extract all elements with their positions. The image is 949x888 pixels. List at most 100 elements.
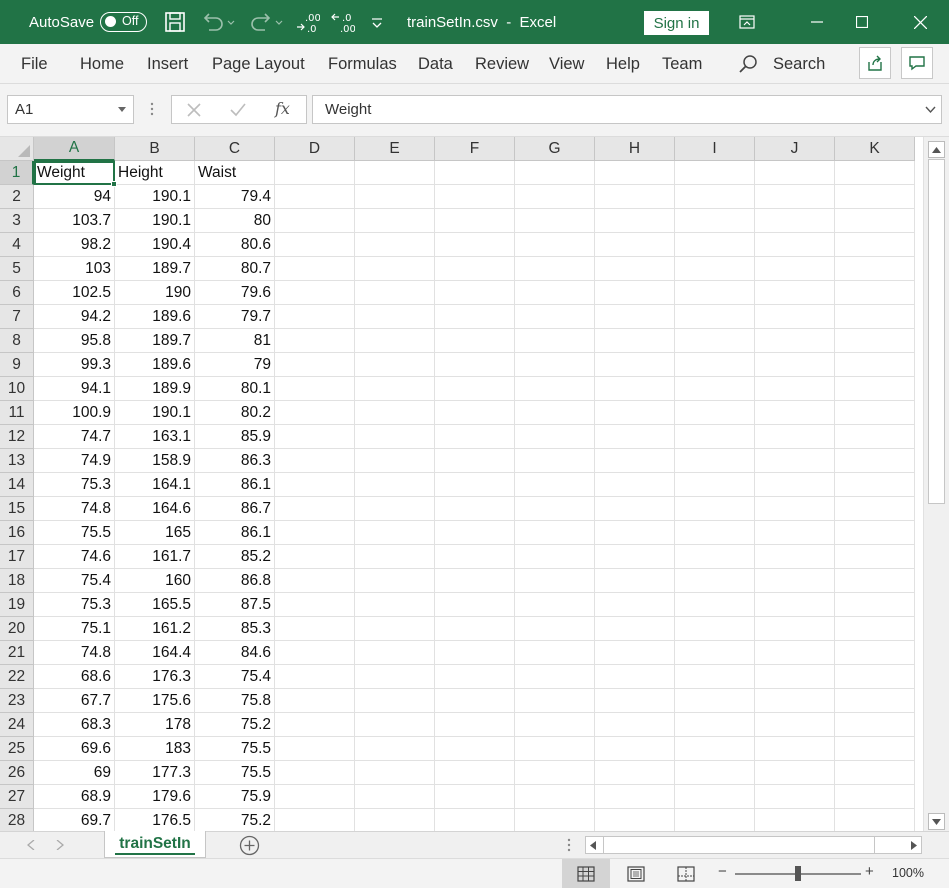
- cell-i28[interactable]: [675, 809, 755, 831]
- cell-a18[interactable]: 75.4: [34, 569, 115, 593]
- cell-i8[interactable]: [675, 329, 755, 353]
- tab-view[interactable]: View: [549, 44, 584, 84]
- cell-g24[interactable]: [515, 713, 595, 737]
- cell-k1[interactable]: [835, 161, 915, 185]
- cell-d3[interactable]: [275, 209, 355, 233]
- page-break-view-button[interactable]: [662, 859, 710, 888]
- cell-a14[interactable]: 75.3: [34, 473, 115, 497]
- cell-f3[interactable]: [435, 209, 515, 233]
- cell-h26[interactable]: [595, 761, 675, 785]
- row-header-2[interactable]: 2: [0, 185, 34, 209]
- cell-a6[interactable]: 102.5: [34, 281, 115, 305]
- column-header-e[interactable]: E: [355, 137, 435, 161]
- cell-e12[interactable]: [355, 425, 435, 449]
- cell-d4[interactable]: [275, 233, 355, 257]
- cell-i18[interactable]: [675, 569, 755, 593]
- cell-b24[interactable]: 178: [115, 713, 195, 737]
- cell-a25[interactable]: 69.6: [34, 737, 115, 761]
- cell-j22[interactable]: [755, 665, 835, 689]
- cell-h10[interactable]: [595, 377, 675, 401]
- cell-k3[interactable]: [835, 209, 915, 233]
- cell-a1[interactable]: Weight: [34, 161, 115, 185]
- cell-d17[interactable]: [275, 545, 355, 569]
- cell-a7[interactable]: 94.2: [34, 305, 115, 329]
- cell-d27[interactable]: [275, 785, 355, 809]
- cell-k10[interactable]: [835, 377, 915, 401]
- row-header-23[interactable]: 23: [0, 689, 34, 713]
- cell-f15[interactable]: [435, 497, 515, 521]
- cell-h5[interactable]: [595, 257, 675, 281]
- tab-home[interactable]: Home: [80, 44, 124, 84]
- cell-h7[interactable]: [595, 305, 675, 329]
- cell-b5[interactable]: 189.7: [115, 257, 195, 281]
- cell-a21[interactable]: 74.8: [34, 641, 115, 665]
- zoom-slider-thumb[interactable]: [795, 866, 801, 881]
- row-header-21[interactable]: 21: [0, 641, 34, 665]
- cell-i6[interactable]: [675, 281, 755, 305]
- cell-c4[interactable]: 80.6: [195, 233, 275, 257]
- tab-data[interactable]: Data: [418, 44, 453, 84]
- cell-k28[interactable]: [835, 809, 915, 831]
- row-header-8[interactable]: 8: [0, 329, 34, 353]
- cell-k12[interactable]: [835, 425, 915, 449]
- increase-decimal-icon[interactable]: .00 .0: [296, 10, 320, 34]
- insert-function-button[interactable]: fx: [275, 99, 290, 118]
- cell-i19[interactable]: [675, 593, 755, 617]
- cell-j15[interactable]: [755, 497, 835, 521]
- cell-g4[interactable]: [515, 233, 595, 257]
- cell-e13[interactable]: [355, 449, 435, 473]
- decrease-decimal-icon[interactable]: .0 .00: [331, 10, 355, 34]
- cell-e3[interactable]: [355, 209, 435, 233]
- cell-c2[interactable]: 79.4: [195, 185, 275, 209]
- cell-f19[interactable]: [435, 593, 515, 617]
- cell-j11[interactable]: [755, 401, 835, 425]
- cell-c10[interactable]: 80.1: [195, 377, 275, 401]
- cell-c20[interactable]: 85.3: [195, 617, 275, 641]
- cell-j8[interactable]: [755, 329, 835, 353]
- cell-k6[interactable]: [835, 281, 915, 305]
- cell-g7[interactable]: [515, 305, 595, 329]
- cell-k27[interactable]: [835, 785, 915, 809]
- cell-h14[interactable]: [595, 473, 675, 497]
- cell-c17[interactable]: 85.2: [195, 545, 275, 569]
- cell-e27[interactable]: [355, 785, 435, 809]
- cell-h15[interactable]: [595, 497, 675, 521]
- cell-e6[interactable]: [355, 281, 435, 305]
- cell-d14[interactable]: [275, 473, 355, 497]
- cell-d9[interactable]: [275, 353, 355, 377]
- cell-j12[interactable]: [755, 425, 835, 449]
- cell-a20[interactable]: 75.1: [34, 617, 115, 641]
- cell-i3[interactable]: [675, 209, 755, 233]
- zoom-out-button[interactable]: −: [718, 863, 727, 880]
- cell-a9[interactable]: 99.3: [34, 353, 115, 377]
- cell-b21[interactable]: 164.4: [115, 641, 195, 665]
- name-box[interactable]: A1: [7, 95, 134, 124]
- sign-in-button[interactable]: Sign in: [644, 11, 709, 35]
- cell-k11[interactable]: [835, 401, 915, 425]
- zoom-level[interactable]: 100%: [892, 866, 924, 880]
- cell-e24[interactable]: [355, 713, 435, 737]
- cell-c8[interactable]: 81: [195, 329, 275, 353]
- cell-b7[interactable]: 189.6: [115, 305, 195, 329]
- cell-a22[interactable]: 68.6: [34, 665, 115, 689]
- scroll-down-button[interactable]: [928, 813, 945, 830]
- cell-b22[interactable]: 176.3: [115, 665, 195, 689]
- row-header-14[interactable]: 14: [0, 473, 34, 497]
- cell-h16[interactable]: [595, 521, 675, 545]
- cell-b25[interactable]: 183: [115, 737, 195, 761]
- cell-a5[interactable]: 103: [34, 257, 115, 281]
- tab-review[interactable]: Review: [475, 44, 529, 84]
- minimize-button[interactable]: [794, 0, 840, 44]
- cell-g6[interactable]: [515, 281, 595, 305]
- cell-h25[interactable]: [595, 737, 675, 761]
- cell-b28[interactable]: 176.5: [115, 809, 195, 831]
- cell-i1[interactable]: [675, 161, 755, 185]
- cell-a2[interactable]: 94: [34, 185, 115, 209]
- cell-f6[interactable]: [435, 281, 515, 305]
- cell-j21[interactable]: [755, 641, 835, 665]
- tab-splitter-icon[interactable]: [567, 838, 571, 852]
- page-layout-view-button[interactable]: [612, 859, 660, 888]
- column-header-c[interactable]: C: [195, 137, 275, 161]
- cell-e17[interactable]: [355, 545, 435, 569]
- cell-b11[interactable]: 190.1: [115, 401, 195, 425]
